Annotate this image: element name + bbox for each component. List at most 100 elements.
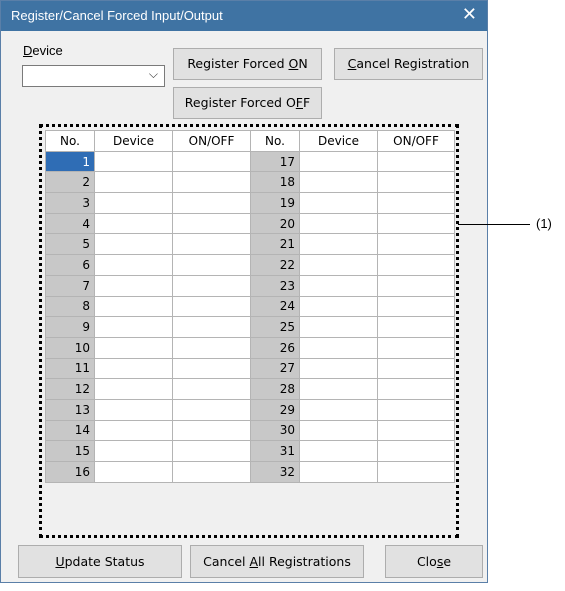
row-number-cell[interactable]: 9 (45, 316, 95, 338)
row-number-cell[interactable]: 5 (45, 233, 95, 256)
table-row[interactable]: 14 30 (45, 419, 455, 442)
row-number-cell[interactable]: 12 (45, 378, 95, 400)
device-cell[interactable] (299, 254, 378, 276)
row-number-cell[interactable]: 28 (250, 378, 300, 400)
onoff-cell[interactable] (172, 378, 251, 400)
row-number-cell[interactable]: 19 (250, 192, 300, 214)
table-row[interactable]: 2 18 (45, 171, 455, 194)
onoff-cell[interactable] (172, 440, 251, 462)
chevron-down-icon[interactable]: ⌵ (149, 67, 158, 82)
row-number-cell[interactable]: 6 (45, 254, 95, 276)
device-cell[interactable] (94, 336, 173, 359)
onoff-cell[interactable] (172, 357, 251, 380)
table-row[interactable]: 6 22 (45, 254, 455, 276)
table-row[interactable]: 10 26 (45, 336, 455, 359)
onoff-cell[interactable] (377, 461, 455, 483)
device-combobox[interactable]: ⌵ (22, 65, 165, 87)
table-row[interactable]: 13 29 (45, 398, 455, 421)
table-row[interactable]: 8 24 (45, 295, 455, 318)
row-number-cell[interactable]: 8 (45, 295, 95, 318)
onoff-cell[interactable] (377, 171, 455, 194)
onoff-cell[interactable] (172, 336, 251, 359)
onoff-cell[interactable] (377, 295, 455, 318)
row-number-cell[interactable]: 22 (250, 254, 300, 276)
onoff-cell[interactable] (377, 274, 455, 297)
row-number-cell[interactable]: 18 (250, 171, 300, 194)
device-cell[interactable] (94, 398, 173, 421)
onoff-cell[interactable] (377, 357, 455, 380)
row-number-cell[interactable]: 26 (250, 336, 300, 359)
table-row[interactable]: 16 32 (45, 461, 455, 483)
close-button[interactable]: Close (385, 545, 483, 578)
device-cell[interactable] (299, 233, 378, 256)
onoff-cell[interactable] (172, 419, 251, 442)
row-number-cell[interactable]: 14 (45, 419, 95, 442)
row-number-cell[interactable]: 7 (45, 274, 95, 297)
onoff-cell[interactable] (172, 316, 251, 338)
device-cell[interactable] (299, 357, 378, 380)
cancel-registration-button[interactable]: Cancel Registration (334, 48, 483, 80)
device-cell[interactable] (94, 171, 173, 194)
onoff-cell[interactable] (377, 212, 455, 235)
onoff-cell[interactable] (377, 233, 455, 256)
device-cell[interactable] (299, 419, 378, 442)
onoff-cell[interactable] (377, 192, 455, 214)
device-cell[interactable] (299, 171, 378, 194)
row-number-cell[interactable]: 27 (250, 357, 300, 380)
row-number-cell[interactable]: 25 (250, 316, 300, 338)
device-cell[interactable] (94, 316, 173, 338)
register-forced-off-button[interactable]: Register Forced OFF (173, 87, 322, 119)
onoff-cell[interactable] (377, 398, 455, 421)
device-cell[interactable] (94, 192, 173, 214)
table-row[interactable]: 12 28 (45, 378, 455, 400)
onoff-cell[interactable] (172, 192, 251, 214)
row-number-cell[interactable]: 17 (250, 150, 300, 173)
device-cell[interactable] (94, 419, 173, 442)
row-number-cell[interactable]: 16 (45, 461, 95, 483)
row-number-cell[interactable]: 10 (45, 336, 95, 359)
onoff-cell[interactable] (377, 316, 455, 338)
row-number-cell[interactable]: 21 (250, 233, 300, 256)
device-cell[interactable] (94, 357, 173, 380)
row-number-cell[interactable]: 31 (250, 440, 300, 462)
device-cell[interactable] (299, 378, 378, 400)
row-number-cell[interactable]: 2 (45, 171, 95, 194)
table-row[interactable]: 7 23 (45, 274, 455, 297)
onoff-cell[interactable] (377, 378, 455, 400)
row-number-cell[interactable]: 32 (250, 461, 300, 483)
onoff-cell[interactable] (172, 212, 251, 235)
device-cell[interactable] (299, 192, 378, 214)
onoff-cell[interactable] (377, 254, 455, 276)
device-cell[interactable] (299, 150, 378, 173)
table-row[interactable]: 15 31 (45, 440, 455, 462)
cancel-all-registrations-button[interactable]: Cancel All Registrations (190, 545, 364, 578)
onoff-cell[interactable] (172, 398, 251, 421)
device-cell[interactable] (299, 336, 378, 359)
onoff-cell[interactable] (172, 461, 251, 483)
device-cell[interactable] (94, 274, 173, 297)
table-row[interactable]: 1 17 (45, 150, 455, 173)
table-row[interactable]: 5 21 (45, 233, 455, 256)
row-number-cell[interactable]: 11 (45, 357, 95, 380)
device-cell[interactable] (94, 295, 173, 318)
device-cell[interactable] (94, 461, 173, 483)
row-number-cell[interactable]: 24 (250, 295, 300, 318)
device-cell[interactable] (94, 233, 173, 256)
onoff-cell[interactable] (377, 336, 455, 359)
row-number-cell[interactable]: 15 (45, 440, 95, 462)
onoff-cell[interactable] (172, 171, 251, 194)
row-number-cell[interactable]: 29 (250, 398, 300, 421)
onoff-cell[interactable] (172, 295, 251, 318)
row-number-cell[interactable]: 23 (250, 274, 300, 297)
onoff-cell[interactable] (172, 150, 251, 173)
onoff-cell[interactable] (172, 233, 251, 256)
row-number-cell[interactable]: 3 (45, 192, 95, 214)
onoff-cell[interactable] (172, 254, 251, 276)
table-row[interactable]: 9 25 (45, 316, 455, 338)
device-cell[interactable] (299, 212, 378, 235)
update-status-button[interactable]: Update Status (18, 545, 182, 578)
onoff-cell[interactable] (377, 150, 455, 173)
onoff-cell[interactable] (377, 419, 455, 442)
onoff-cell[interactable] (377, 440, 455, 462)
device-cell[interactable] (299, 461, 378, 483)
